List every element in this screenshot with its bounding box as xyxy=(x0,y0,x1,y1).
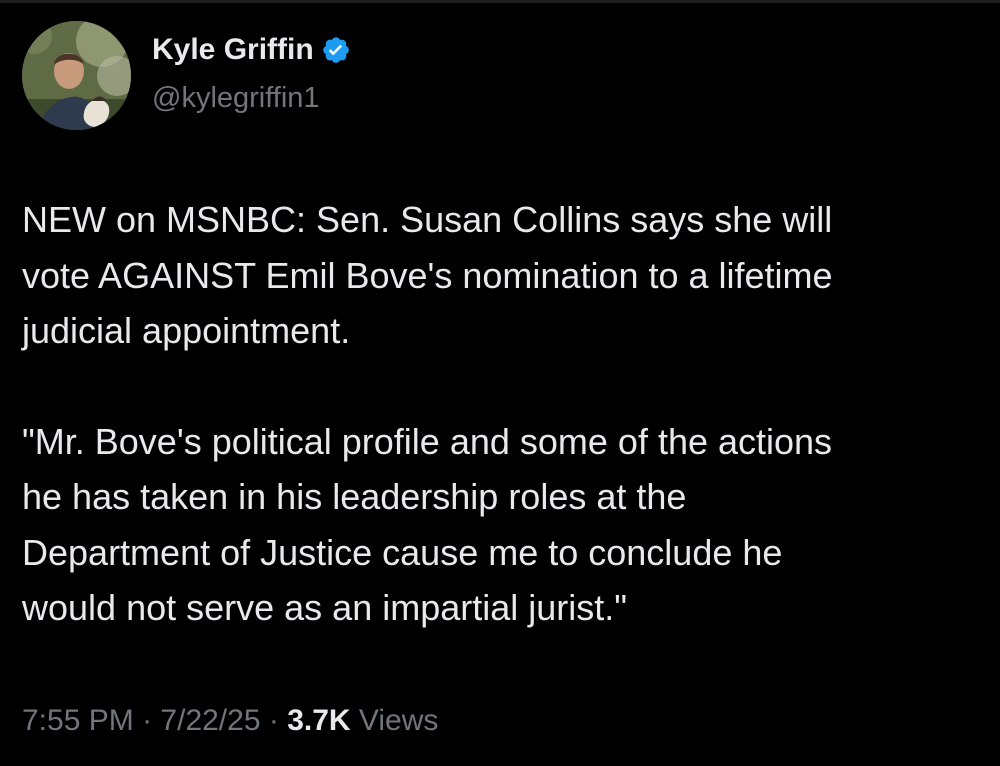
author-display-name[interactable]: Kyle Griffin xyxy=(152,33,351,67)
views-label: Views xyxy=(358,704,439,737)
display-name-text: Kyle Griffin xyxy=(152,33,314,66)
tweet-paragraph: NEW on MSNBC: Sen. Susan Collins says sh… xyxy=(22,199,833,351)
avatar[interactable] xyxy=(22,21,131,130)
tweet-metadata: 7:55 PM · 7/22/25 · 3.7K Views xyxy=(22,704,438,738)
separator: · xyxy=(268,704,279,737)
views-count: 3.7K xyxy=(287,704,351,737)
separator: · xyxy=(142,704,153,737)
tweet-paragraph: "Mr. Bove's political profile and some o… xyxy=(22,420,833,629)
verified-badge-icon xyxy=(321,35,351,65)
tweet-text: NEW on MSNBC: Sen. Susan Collins says sh… xyxy=(22,192,987,636)
top-divider xyxy=(0,0,1000,3)
tweet-time[interactable]: 7:55 PM xyxy=(22,704,134,737)
tweet-date[interactable]: 7/22/25 xyxy=(160,704,260,737)
profile-photo xyxy=(22,21,131,130)
author-handle[interactable]: @kylegriffin1 xyxy=(152,82,320,115)
